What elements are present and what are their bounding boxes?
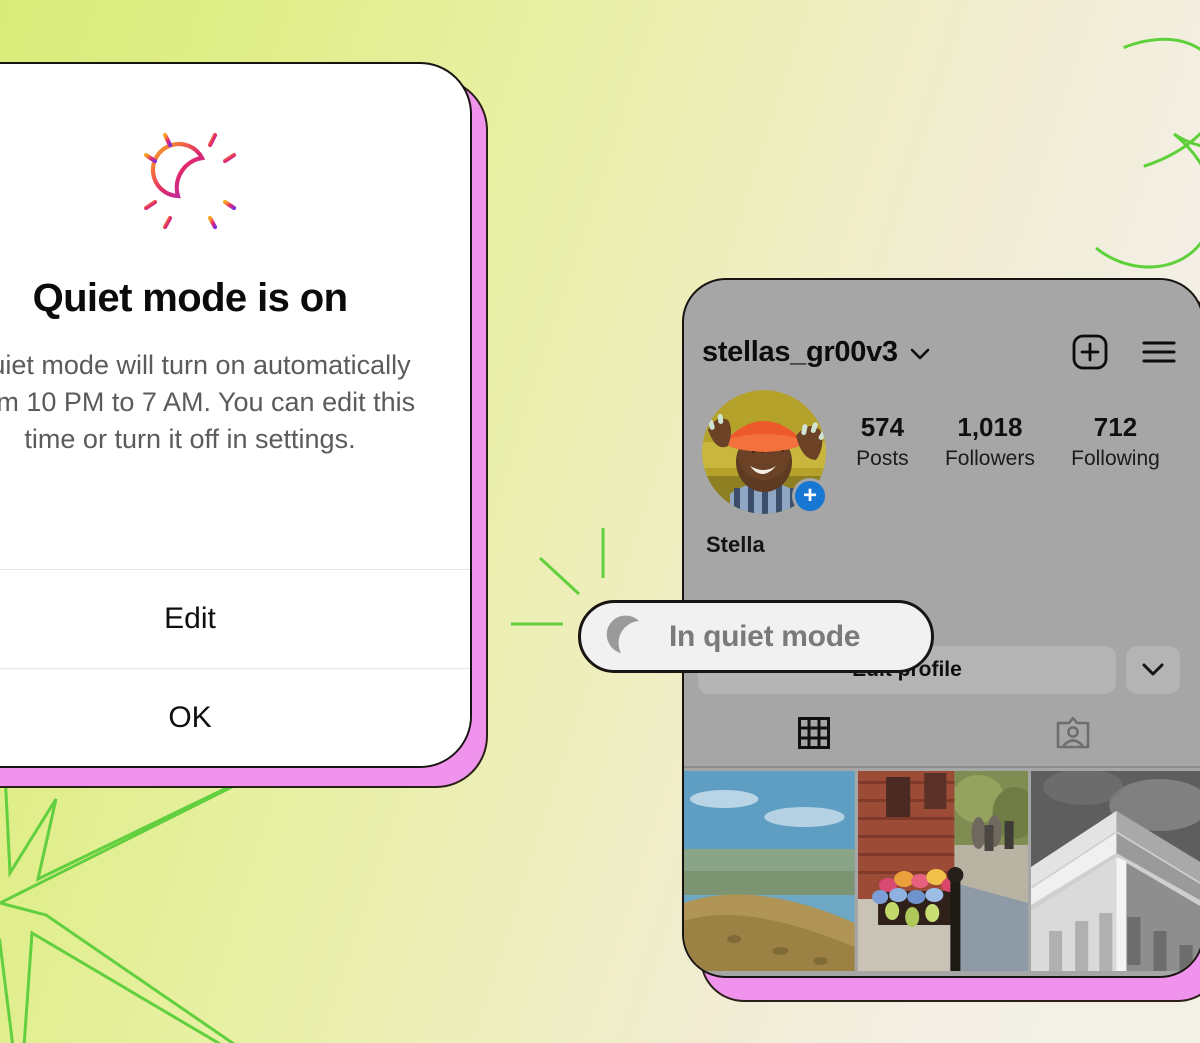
profile-stats: 574 Posts 1,018 Followers 712 Following — [826, 390, 1178, 471]
edit-button[interactable]: Edit — [0, 570, 470, 668]
tab-grid[interactable] — [684, 716, 943, 766]
profile-username[interactable]: stellas_gr00v3 — [702, 336, 898, 369]
profile-more-button[interactable] — [1126, 646, 1180, 694]
hamburger-menu-icon[interactable] — [1142, 339, 1176, 365]
profile-tabs — [684, 716, 1200, 768]
chevron-down-icon[interactable] — [910, 348, 930, 361]
status-badge: In quiet mode — [578, 600, 934, 673]
dialog-message: Quiet mode will turn on automatically fr… — [0, 350, 416, 454]
new-post-plus-icon[interactable] — [1072, 334, 1108, 370]
profile-photo-grid — [684, 771, 1200, 971]
quiet-mode-dialog: Quiet mode is on Quiet mode will turn on… — [0, 62, 472, 768]
profile-identity: + 574 Posts 1,018 Followers 712 Followin… — [684, 370, 1200, 514]
tagged-person-icon — [1056, 716, 1089, 749]
dialog-body: Quiet mode is on Quiet mode will turn on… — [0, 64, 470, 458]
chevron-down-icon — [1142, 663, 1164, 676]
status-badge-label: In quiet mode — [669, 619, 861, 653]
stat-posts-value: 574 — [860, 412, 905, 442]
stat-following-value: 712 — [1093, 412, 1138, 442]
flower-outline-decoration — [1095, 37, 1200, 269]
stat-following[interactable]: 712 Following — [1071, 412, 1160, 471]
grid-icon — [797, 717, 830, 749]
profile-topbar: stellas_gr00v3 — [684, 280, 1200, 370]
photo-flower-box-street[interactable] — [857, 771, 1029, 971]
stat-followers-value: 1,018 — [957, 412, 1023, 442]
screenshot-canvas: Quiet mode is on Quiet mode will turn on… — [0, 0, 1200, 1043]
avatar[interactable]: + — [702, 390, 828, 514]
stat-followers[interactable]: 1,018 Followers — [945, 412, 1035, 471]
tab-tagged[interactable] — [943, 716, 1200, 766]
stat-following-label: Following — [1071, 447, 1160, 470]
photo-building-corner[interactable] — [1031, 771, 1200, 971]
ok-button[interactable]: OK — [0, 668, 470, 766]
dialog-actions: Edit OK — [0, 569, 470, 766]
page-title: Quiet mode is on — [32, 276, 348, 320]
stat-posts[interactable]: 574 Posts — [856, 412, 909, 471]
crescent-moon-icon — [606, 615, 639, 653]
stat-followers-label: Followers — [944, 447, 1035, 470]
avatar-add-story-badge[interactable]: + — [792, 478, 828, 514]
quiet-mode-moon-icon — [136, 125, 244, 238]
stat-posts-label: Posts — [856, 447, 909, 470]
profile-display-name: Stella — [706, 532, 765, 557]
photo-hillside-landscape[interactable] — [684, 771, 855, 971]
